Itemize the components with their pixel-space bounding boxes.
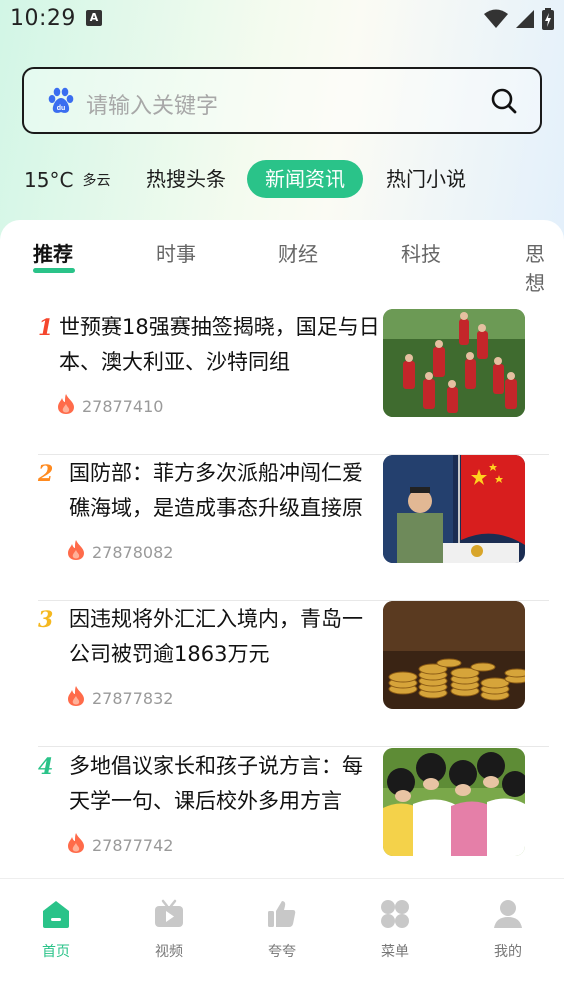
weather-condition: 多云 bbox=[82, 173, 111, 189]
heat-value: 27877410 bbox=[82, 397, 164, 416]
nav-video[interactable]: 视频 bbox=[129, 897, 209, 961]
status-icons bbox=[482, 8, 554, 30]
news-title[interactable]: 世预赛18强赛抽签揭晓，国足与日本、澳大利亚、沙特同组 bbox=[59, 310, 381, 380]
news-title[interactable]: 多地倡议家长和孩子说方言：每天学一句、课后校外多用方言 bbox=[69, 749, 381, 819]
news-title[interactable]: 国防部：菲方多次派船冲闯仁爱礁海域，是造成事态升级直接原因 bbox=[69, 456, 381, 526]
news-item[interactable]: 1 世预赛18强赛抽签揭晓，国足与日本、澳大利亚、沙特同组 27877410 bbox=[38, 309, 550, 455]
news-item[interactable]: 4 多地倡议家长和孩子说方言：每天学一句、课后校外多用方言 27877742 bbox=[38, 748, 550, 894]
news-thumbnail[interactable] bbox=[383, 455, 525, 563]
news-thumbnail[interactable] bbox=[383, 748, 525, 856]
grid-menu-icon bbox=[355, 897, 435, 931]
status-bar: 10:29 A bbox=[0, 0, 564, 38]
nav-label: 菜单 bbox=[381, 944, 409, 960]
baidu-paw-icon: du bbox=[46, 86, 76, 120]
nav-praise[interactable]: 夸夸 bbox=[242, 897, 322, 961]
heat-count: 27878082 bbox=[66, 539, 173, 562]
notification-badge-icon: A bbox=[86, 10, 102, 26]
category-tab-finance[interactable]: 财经 bbox=[278, 238, 318, 267]
news-title[interactable]: 因违规将外汇汇入境内，青岛一公司被罚逾1863万元 bbox=[69, 602, 381, 672]
nav-label: 首页 bbox=[42, 944, 70, 960]
rank-number: 3 bbox=[38, 607, 54, 633]
weather-temperature: 15°C bbox=[24, 168, 74, 192]
news-thumbnail[interactable] bbox=[383, 601, 525, 709]
search-input[interactable]: 请输入关键字 bbox=[86, 88, 218, 120]
rank-number: 2 bbox=[38, 461, 54, 487]
tv-icon bbox=[129, 897, 209, 931]
rank-number: 4 bbox=[38, 754, 54, 780]
battery-charging-icon bbox=[542, 8, 554, 30]
wifi-icon bbox=[483, 9, 508, 28]
tab-news[interactable]: 新闻资讯 bbox=[247, 160, 363, 198]
nav-label: 夸夸 bbox=[268, 944, 296, 960]
weather-widget: 15°C 多云 bbox=[24, 168, 111, 192]
nav-label: 视频 bbox=[155, 944, 183, 960]
heat-count: 27877832 bbox=[66, 685, 173, 708]
heat-value: 27878082 bbox=[92, 543, 174, 562]
rank-number: 1 bbox=[38, 315, 54, 341]
svg-text:du: du bbox=[57, 105, 66, 112]
heat-value: 27877832 bbox=[92, 689, 174, 708]
nav-menu[interactable]: 菜单 bbox=[355, 897, 435, 961]
tab-hot-novels[interactable]: 热门小说 bbox=[386, 160, 466, 198]
news-item[interactable]: 2 国防部：菲方多次派船冲闯仁爱礁海域，是造成事态升级直接原因 27878082 bbox=[38, 455, 550, 601]
nav-profile[interactable]: 我的 bbox=[468, 897, 548, 961]
category-tab-recommend[interactable]: 推荐 bbox=[33, 238, 73, 267]
user-icon bbox=[468, 897, 548, 931]
status-time: 10:29 bbox=[10, 6, 76, 31]
search-box[interactable]: du 请输入关键字 bbox=[22, 67, 542, 134]
heat-count: 27877742 bbox=[66, 832, 173, 855]
nav-label: 我的 bbox=[494, 944, 522, 960]
divider bbox=[38, 746, 549, 747]
bottom-nav: 首页 视频 夸夸 菜单 我的 bbox=[0, 878, 564, 1004]
category-tab-tech[interactable]: 科技 bbox=[401, 238, 441, 267]
heat-count: 27877410 bbox=[56, 393, 163, 416]
category-tab-thought[interactable]: 思想 bbox=[525, 238, 564, 296]
heat-value: 27877742 bbox=[92, 836, 174, 855]
fire-icon bbox=[68, 686, 84, 706]
fire-icon bbox=[68, 540, 84, 560]
thumbs-up-icon bbox=[242, 897, 322, 931]
fire-icon bbox=[68, 833, 84, 853]
news-item[interactable]: 3 因违规将外汇汇入境内，青岛一公司被罚逾1863万元 27877832 bbox=[38, 601, 550, 747]
fire-icon bbox=[58, 394, 74, 414]
active-tab-indicator bbox=[33, 268, 75, 273]
tab-hot-search[interactable]: 热搜头条 bbox=[146, 160, 226, 198]
category-tab-current-affairs[interactable]: 时事 bbox=[156, 238, 196, 267]
nav-home[interactable]: 首页 bbox=[16, 897, 96, 961]
search-icon[interactable] bbox=[490, 87, 518, 119]
signal-icon bbox=[515, 10, 534, 28]
home-icon bbox=[16, 897, 96, 931]
news-thumbnail[interactable] bbox=[383, 309, 525, 417]
